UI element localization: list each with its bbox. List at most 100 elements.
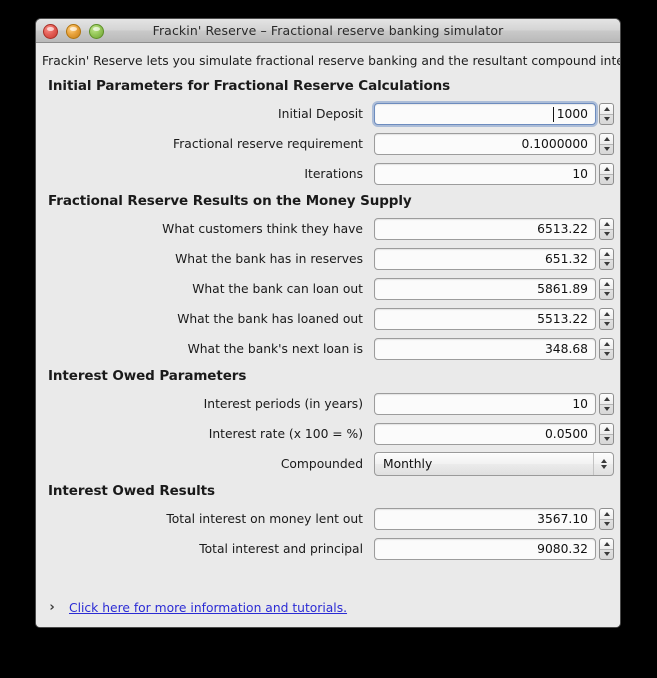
disclosure-triangle-icon[interactable]: › — [46, 600, 58, 615]
stepper-increment-button[interactable] — [600, 309, 613, 320]
chevron-down-icon — [604, 522, 610, 526]
footer-link-row: › Click here for more information and tu… — [46, 600, 347, 615]
numeric-input[interactable]: 0.1000000 — [374, 133, 596, 155]
stepper-decrement-button[interactable] — [600, 520, 613, 530]
input-value: 0.0500 — [545, 427, 588, 441]
numeric-input[interactable]: 6513.22 — [374, 218, 596, 240]
stepper-increment-button[interactable] — [600, 339, 613, 350]
input-value: 10 — [572, 397, 588, 411]
form-row: CompoundedMonthly — [36, 449, 620, 479]
form-row: What the bank has loaned out 5513.22 — [36, 304, 620, 334]
spinbox: 651.32 — [374, 248, 614, 270]
stepper-control[interactable] — [599, 423, 614, 445]
spinbox: 3567.10 — [374, 508, 614, 530]
stepper-decrement-button[interactable] — [600, 260, 613, 270]
chevron-down-icon — [604, 292, 610, 296]
stepper-increment-button[interactable] — [600, 219, 613, 230]
field-label: Fractional reserve requirement — [36, 137, 374, 151]
chevron-down-icon — [604, 352, 610, 356]
form-row: What customers think they have6513.22 — [36, 214, 620, 244]
spinbox: 10 — [374, 393, 614, 415]
sections-container: Initial Parameters for Fractional Reserv… — [36, 74, 620, 564]
field-label: Interest rate (x 100 = %) — [36, 427, 374, 441]
intro-text: Frackin' Reserve lets you simulate fract… — [36, 43, 620, 74]
numeric-input[interactable]: 5861.89 — [374, 278, 596, 300]
stepper-decrement-button[interactable] — [600, 290, 613, 300]
numeric-input[interactable]: 5513.22 — [374, 308, 596, 330]
numeric-input[interactable]: 10 — [374, 393, 596, 415]
input-value: 1000 — [557, 107, 588, 121]
zoom-button-icon[interactable] — [89, 24, 104, 39]
close-button-icon[interactable] — [43, 24, 58, 39]
numeric-input[interactable]: 3567.10 — [374, 508, 596, 530]
form-row: Total interest and principal9080.32 — [36, 534, 620, 564]
form-row: Initial Deposit1000 — [36, 99, 620, 129]
stepper-decrement-button[interactable] — [600, 405, 613, 415]
stepper-decrement-button[interactable] — [600, 350, 613, 360]
chevron-down-icon — [604, 177, 610, 181]
stepper-increment-button[interactable] — [600, 249, 613, 260]
window-title: Frackin' Reserve – Fractional reserve ba… — [36, 23, 620, 38]
section-heading: Interest Owed Parameters — [36, 364, 620, 389]
stepper-decrement-button[interactable] — [600, 175, 613, 185]
chevron-down-icon — [604, 552, 610, 556]
stepper-increment-button[interactable] — [600, 424, 613, 435]
stepper-decrement-button[interactable] — [600, 435, 613, 445]
stepper-decrement-button[interactable] — [600, 115, 613, 125]
chevron-up-down-icon[interactable] — [593, 453, 613, 475]
stepper-increment-button[interactable] — [600, 134, 613, 145]
stepper-increment-button[interactable] — [600, 509, 613, 520]
window-titlebar[interactable]: Frackin' Reserve – Fractional reserve ba… — [36, 19, 620, 43]
stepper-increment-button[interactable] — [600, 539, 613, 550]
field-label: Interest periods (in years) — [36, 397, 374, 411]
chevron-up-icon — [604, 252, 610, 256]
stepper-increment-button[interactable] — [600, 164, 613, 175]
input-value: 10 — [572, 167, 588, 181]
field-label: What the bank can loan out — [36, 282, 374, 296]
chevron-up-icon — [604, 542, 610, 546]
input-value: 5513.22 — [537, 312, 588, 326]
numeric-input[interactable]: 9080.32 — [374, 538, 596, 560]
stepper-control[interactable] — [599, 508, 614, 530]
stepper-decrement-button[interactable] — [600, 230, 613, 240]
stepper-control[interactable] — [599, 338, 614, 360]
numeric-input[interactable]: 10 — [374, 163, 596, 185]
stepper-control[interactable] — [599, 278, 614, 300]
stepper-decrement-button[interactable] — [600, 145, 613, 155]
field-label: What the bank has in reserves — [36, 252, 374, 266]
stepper-control[interactable] — [599, 248, 614, 270]
stepper-decrement-button[interactable] — [600, 550, 613, 560]
section-heading: Fractional Reserve Results on the Money … — [36, 189, 620, 214]
stepper-control[interactable] — [599, 538, 614, 560]
numeric-input[interactable]: 348.68 — [374, 338, 596, 360]
field-label: What the bank has loaned out — [36, 312, 374, 326]
chevron-up-icon — [604, 282, 610, 286]
tutorials-link[interactable]: Click here for more information and tuto… — [69, 601, 347, 615]
chevron-up-icon — [604, 342, 610, 346]
window-content: Frackin' Reserve lets you simulate fract… — [36, 43, 620, 627]
field-label: Compounded — [36, 457, 374, 471]
numeric-input[interactable]: 1000 — [374, 103, 596, 125]
stepper-control[interactable] — [599, 163, 614, 185]
form-row: Fractional reserve requirement 0.1000000 — [36, 129, 620, 159]
chevron-up-icon — [604, 137, 610, 141]
stepper-increment-button[interactable] — [600, 279, 613, 290]
stepper-control[interactable] — [599, 103, 614, 125]
stepper-increment-button[interactable] — [600, 104, 613, 115]
stepper-increment-button[interactable] — [600, 394, 613, 405]
stepper-control[interactable] — [599, 133, 614, 155]
stepper-control[interactable] — [599, 308, 614, 330]
chevron-up-icon — [601, 459, 607, 463]
numeric-input[interactable]: 651.32 — [374, 248, 596, 270]
numeric-input[interactable]: 0.0500 — [374, 423, 596, 445]
minimize-button-icon[interactable] — [66, 24, 81, 39]
stepper-decrement-button[interactable] — [600, 320, 613, 330]
chevron-down-icon — [604, 262, 610, 266]
input-value: 0.1000000 — [522, 137, 589, 151]
window-controls — [43, 24, 104, 39]
spinbox: 5861.89 — [374, 278, 614, 300]
compounded-select[interactable]: Monthly — [374, 452, 614, 476]
stepper-control[interactable] — [599, 393, 614, 415]
stepper-control[interactable] — [599, 218, 614, 240]
spinbox: 6513.22 — [374, 218, 614, 240]
